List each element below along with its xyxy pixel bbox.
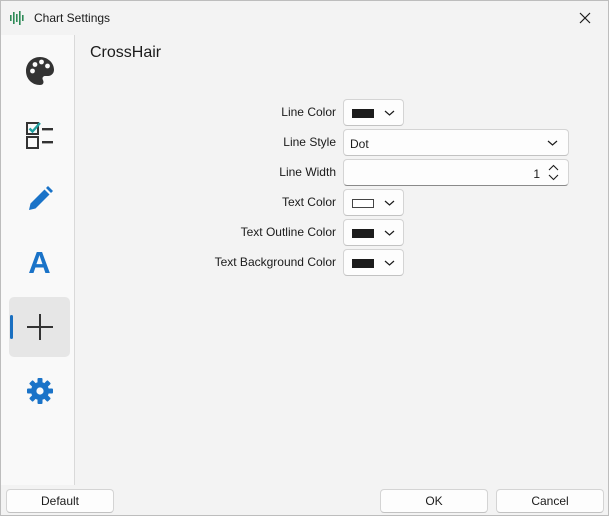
line-color-swatch bbox=[352, 109, 374, 118]
sidebar-item-options[interactable] bbox=[9, 105, 70, 165]
line-style-value: Dot bbox=[350, 137, 369, 151]
close-button[interactable] bbox=[562, 1, 608, 35]
sidebar-item-crosshair[interactable] bbox=[9, 297, 70, 357]
chevron-down-icon bbox=[547, 140, 558, 146]
active-indicator bbox=[10, 315, 13, 339]
line-width-label: Line Width bbox=[279, 165, 336, 179]
sidebar-item-general[interactable] bbox=[9, 361, 70, 421]
text-icon: A bbox=[28, 245, 51, 280]
page-title: CrossHair bbox=[90, 44, 162, 61]
sidebar-item-appearance[interactable] bbox=[9, 41, 70, 101]
text-background-color-picker[interactable] bbox=[343, 249, 404, 276]
default-button[interactable]: Default bbox=[6, 489, 114, 513]
chart-settings-window: Chart Settings A CrossHair Line Color Li… bbox=[0, 0, 609, 516]
chevron-down-icon[interactable] bbox=[548, 174, 559, 181]
text-color-label: Text Color bbox=[281, 195, 336, 209]
text-outline-color-label: Text Outline Color bbox=[240, 225, 336, 239]
text-outline-color-swatch bbox=[352, 229, 374, 238]
line-color-picker[interactable] bbox=[343, 99, 404, 126]
sidebar-item-drawing[interactable] bbox=[9, 169, 70, 229]
settings-content: CrossHair Line Color Line Style Dot Line… bbox=[76, 35, 608, 485]
line-style-select[interactable]: Dot bbox=[343, 129, 569, 156]
text-color-picker[interactable] bbox=[343, 189, 404, 216]
chevron-down-icon bbox=[384, 110, 395, 116]
checklist-icon bbox=[25, 122, 53, 149]
line-width-value: 1 bbox=[533, 167, 540, 181]
chevron-up-icon[interactable] bbox=[548, 164, 559, 171]
pencil-icon bbox=[28, 186, 53, 210]
line-color-label: Line Color bbox=[281, 105, 336, 119]
gear-icon bbox=[26, 378, 53, 404]
crosshair-icon bbox=[26, 314, 53, 340]
line-style-label: Line Style bbox=[283, 135, 336, 149]
title-bar: Chart Settings bbox=[1, 1, 608, 35]
settings-sidebar: A bbox=[1, 35, 75, 485]
ok-button[interactable]: OK bbox=[380, 489, 488, 513]
chevron-down-icon bbox=[384, 200, 395, 206]
line-width-stepper[interactable]: 1 bbox=[343, 159, 569, 186]
palette-icon bbox=[25, 57, 54, 85]
chevron-down-icon bbox=[384, 230, 395, 236]
cancel-button[interactable]: Cancel bbox=[496, 489, 604, 513]
close-icon bbox=[579, 12, 591, 24]
text-color-swatch bbox=[352, 199, 374, 208]
window-title: Chart Settings bbox=[34, 11, 111, 25]
dialog-footer: Default OK Cancel bbox=[1, 485, 608, 515]
text-background-color-swatch bbox=[352, 259, 374, 268]
text-background-color-label: Text Background Color bbox=[214, 255, 336, 269]
text-outline-color-picker[interactable] bbox=[343, 219, 404, 246]
waveform-icon bbox=[10, 11, 24, 25]
sidebar-item-text[interactable]: A bbox=[9, 233, 70, 293]
chevron-down-icon bbox=[384, 260, 395, 266]
